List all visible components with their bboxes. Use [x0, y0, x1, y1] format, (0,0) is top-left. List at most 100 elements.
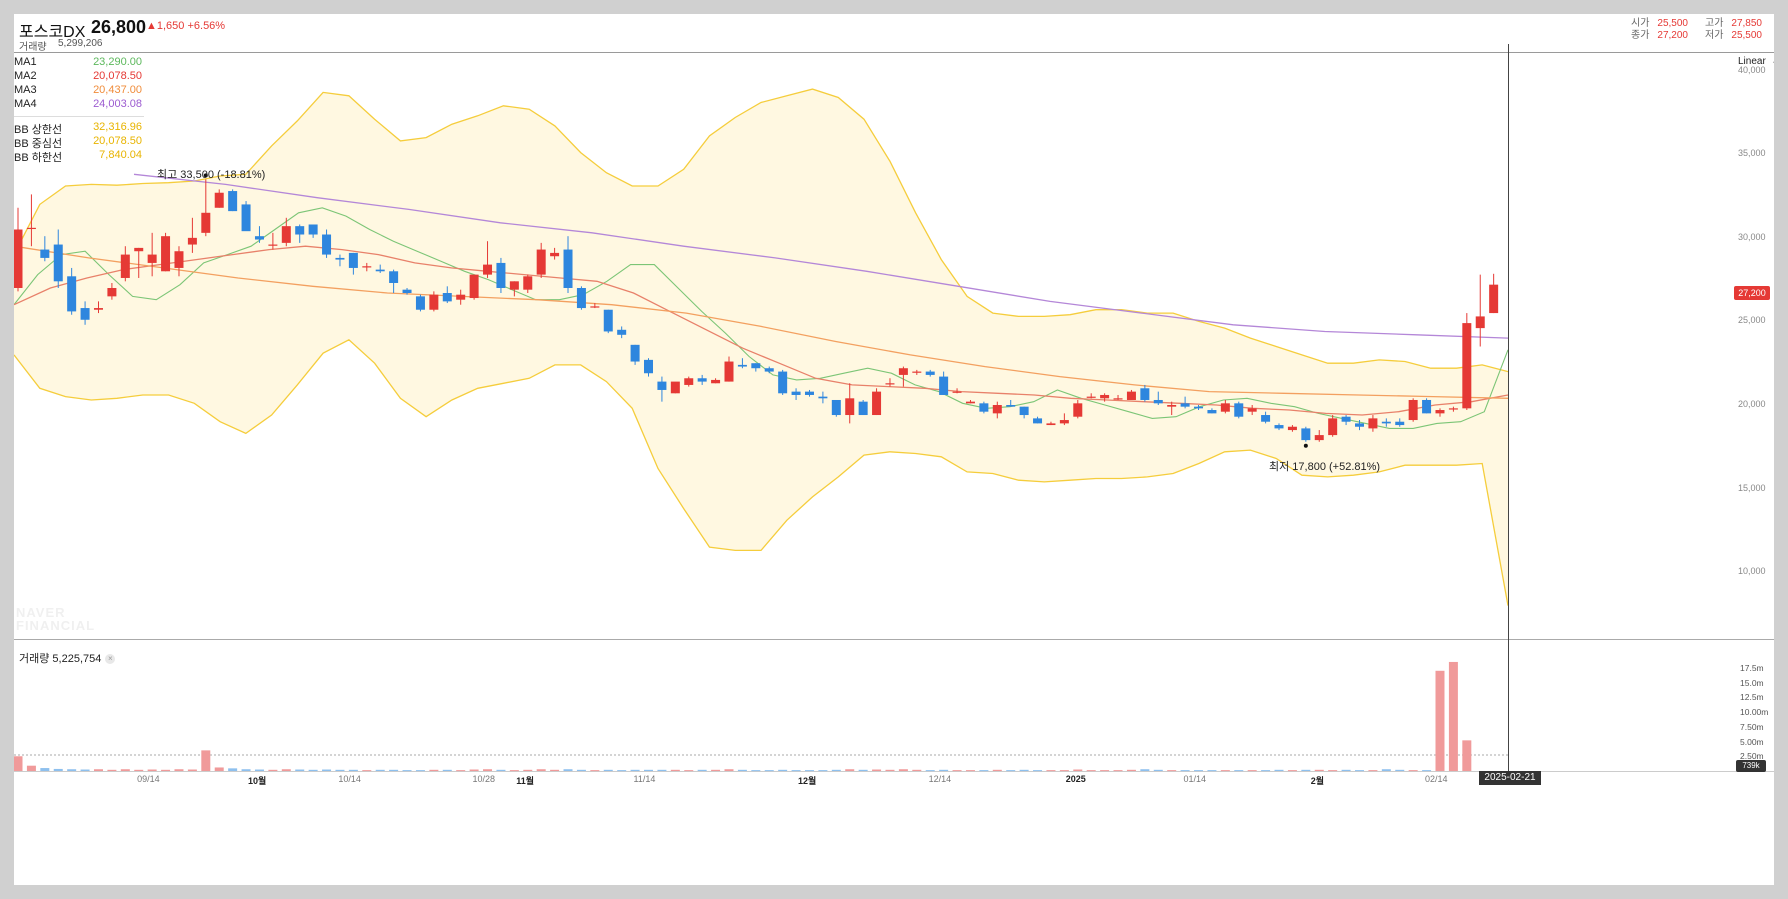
x-tick-label: 02/14 [1424, 774, 1448, 784]
candle-body [697, 378, 707, 382]
volume-bar [1234, 770, 1244, 772]
candle-body [1408, 399, 1418, 421]
volume-bar [120, 769, 130, 771]
volume-bar [362, 770, 372, 772]
volume-bar [1006, 770, 1016, 772]
candle-body [1207, 410, 1217, 414]
candle-body [737, 364, 747, 367]
x-tick-label: 09/14 [137, 774, 160, 784]
x-tick-label: 10/28 [472, 774, 496, 784]
candle-body [1113, 398, 1123, 400]
candle-body [1462, 323, 1472, 409]
candle-body [268, 244, 278, 246]
candle-body [228, 191, 238, 212]
x-tick-label: 2월 [1310, 776, 1325, 786]
candle-body [295, 226, 305, 235]
candle-body [442, 293, 452, 302]
volume-bar [1274, 769, 1284, 771]
candle-body [375, 269, 385, 272]
volume-bar [469, 769, 479, 771]
volume-bar [14, 756, 23, 771]
volume-bar [1086, 770, 1096, 772]
volume-bar [550, 769, 560, 771]
candle-body [201, 212, 211, 233]
candle-body [348, 252, 358, 268]
candle-body [1355, 423, 1364, 427]
candle-body [1153, 399, 1163, 404]
candle-body [617, 329, 627, 335]
volume-bar [268, 769, 278, 771]
volume-bar [348, 769, 358, 771]
candle-body [603, 309, 613, 332]
volume-bar [523, 769, 533, 771]
volume-bar [483, 769, 493, 771]
legend-value: 20,078.50 [93, 135, 142, 147]
high-annotation: 최고 33,500 (-18.81%) [157, 169, 266, 181]
x-tick-label: 2025 [1065, 774, 1086, 784]
candle-body [563, 249, 573, 288]
x-tick-label: 10/14 [338, 774, 361, 784]
y-tick-label: 35,000 [1738, 148, 1766, 159]
candle-body [858, 401, 868, 416]
volume-bar [1153, 769, 1163, 771]
candle-body [1059, 420, 1069, 424]
naver-financial-watermark: NAVER FINANCIAL [16, 605, 96, 633]
candle-body [456, 294, 466, 300]
volume-bar [1314, 769, 1324, 771]
candle-body [751, 363, 761, 369]
candle-body [1033, 418, 1043, 424]
volume-bar [697, 769, 707, 771]
candle-body [965, 401, 975, 404]
candle-body [1194, 406, 1204, 409]
volume-tick-label: 10.00m [1740, 707, 1769, 718]
close-icon[interactable]: × [105, 654, 116, 665]
candle-body [120, 254, 130, 278]
candle-body [831, 399, 841, 416]
volume-bar [509, 770, 519, 772]
legend-value: 20,437.00 [93, 84, 142, 96]
candle-body [764, 368, 774, 372]
candle-body [845, 398, 855, 416]
legend-name: MA3 [14, 84, 37, 96]
candle-body [1167, 405, 1177, 407]
volume-bar [1247, 770, 1257, 772]
volume-bar [1220, 770, 1230, 772]
candle-body [389, 271, 399, 283]
volume-bar [1167, 770, 1177, 772]
candle-body [1314, 435, 1324, 441]
candle-body [1019, 406, 1029, 416]
candle-body [1261, 415, 1271, 422]
volume-bar [845, 769, 855, 771]
candle-body [174, 251, 184, 268]
candle-body [214, 192, 224, 208]
candle-body [147, 254, 157, 263]
volume-bar [161, 769, 171, 771]
volume-bar [496, 769, 506, 771]
candle-body [898, 368, 908, 375]
candle-body [1073, 403, 1083, 417]
candle-body [134, 247, 144, 252]
legend-row: BB 하한선 7,840.04 [14, 149, 144, 164]
candlestick-chart[interactable] [14, 14, 1774, 885]
x-tick-label: 12월 [797, 776, 817, 786]
candle-body [1368, 418, 1378, 429]
y-tick-label: 30,000 [1738, 231, 1766, 242]
volume-bar [1328, 770, 1338, 772]
volume-bar [308, 769, 318, 771]
candle-body [281, 226, 291, 243]
volume-bar [764, 770, 774, 772]
volume-bar [26, 765, 36, 771]
y-tick-label: 10,000 [1738, 566, 1766, 577]
volume-bar [818, 770, 828, 772]
volume-bar [737, 769, 747, 771]
volume-bar [201, 750, 211, 771]
candle-body [711, 379, 721, 384]
volume-tick-label: 12.5m [1740, 692, 1764, 703]
volume-bar [147, 769, 157, 771]
candle-body [483, 264, 493, 275]
candle-body [590, 306, 600, 308]
chevron-down-icon: ⌄ [1771, 56, 1774, 67]
candle-body [644, 359, 654, 374]
volume-bar [1126, 769, 1136, 771]
volume-bar [630, 769, 640, 771]
